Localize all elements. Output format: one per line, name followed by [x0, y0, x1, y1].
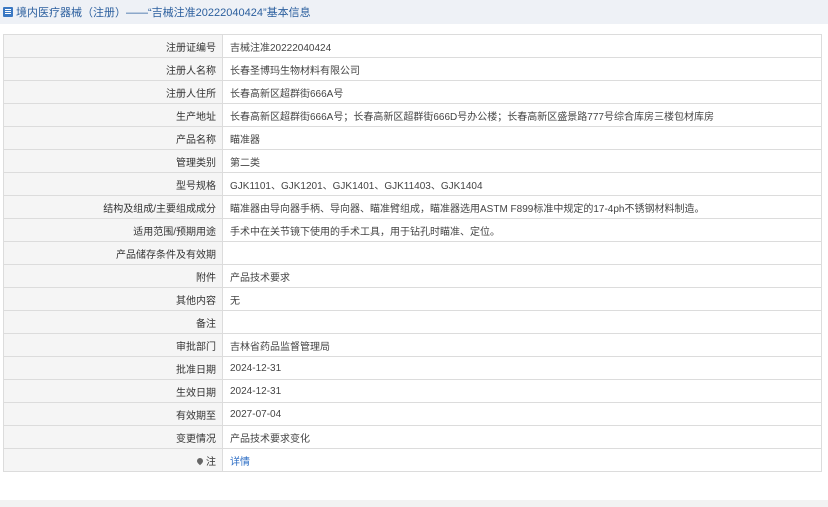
row-label: 审批部门 [3, 333, 223, 357]
info-table-container: 注册证编号 吉械注准20222040424 注册人名称 长春圣博玛生物材料有限公… [3, 34, 822, 472]
row-label: 有效期至 [3, 402, 223, 426]
row-label: 型号规格 [3, 172, 223, 196]
note-label: 注 [206, 456, 216, 468]
row-value: GJK1101、GJK1201、GJK1401、GJK11403、GJK1404 [222, 172, 822, 196]
row-label: 注册证编号 [3, 34, 223, 58]
table-row: 审批部门 吉林省药品监督管理局 [3, 333, 822, 357]
page-title: 境内医疗器械（注册）——“吉械注准20222040424”基本信息 [16, 7, 311, 19]
row-value: 无 [222, 287, 822, 311]
table-row: 型号规格 GJK1101、GJK1201、GJK1401、GJK11403、GJ… [3, 172, 822, 196]
pin-icon [195, 456, 205, 466]
table-row: 变更情况 产品技术要求变化 [3, 425, 822, 449]
row-value: 吉械注准20222040424 [222, 34, 822, 58]
row-label: 生产地址 [3, 103, 223, 127]
table-row: 注册人住所 长春高新区超群街666A号 [3, 80, 822, 104]
row-value: 2027-07-04 [222, 402, 822, 426]
table-row: 备注 [3, 310, 822, 334]
row-label: 批准日期 [3, 356, 223, 380]
row-label: 适用范围/预期用途 [3, 218, 223, 242]
table-row: 管理类别 第二类 [3, 149, 822, 173]
row-label: 产品储存条件及有效期 [3, 241, 223, 265]
table-row: 产品储存条件及有效期 [3, 241, 822, 265]
row-label: 其他内容 [3, 287, 223, 311]
row-label: 结构及组成/主要组成成分 [3, 195, 223, 219]
row-value: 长春高新区超群街666A号 [222, 80, 822, 104]
row-label: 备注 [3, 310, 223, 334]
table-row: 适用范围/预期用途 手术中在关节镜下使用的手术工具，用于钻孔时瞄准、定位。 [3, 218, 822, 242]
table-row: 生产地址 长春高新区超群街666A号；长春高新区超群街666D号办公楼；长春高新… [3, 103, 822, 127]
details-link[interactable]: 详情 [230, 457, 250, 468]
row-value: 长春圣博玛生物材料有限公司 [222, 57, 822, 81]
table-row: 生效日期 2024-12-31 [3, 379, 822, 403]
page-header: 境内医疗器械（注册）——“吉械注准20222040424”基本信息 [0, 0, 828, 24]
row-value [222, 241, 822, 265]
row-value: 产品技术要求 [222, 264, 822, 288]
note-value-cell: 详情 [222, 448, 822, 472]
row-value: 2024-12-31 [222, 356, 822, 380]
row-label: 注册人名称 [3, 57, 223, 81]
row-value: 瞄准器 [222, 126, 822, 150]
row-label: 变更情况 [3, 425, 223, 449]
row-value: 2024-12-31 [222, 379, 822, 403]
table-row: 结构及组成/主要组成成分 瞄准器由导向器手柄、导向器、瞄准臂组成，瞄准器选用AS… [3, 195, 822, 219]
info-table: 注册证编号 吉械注准20222040424 注册人名称 长春圣博玛生物材料有限公… [3, 34, 822, 472]
table-row: 批准日期 2024-12-31 [3, 356, 822, 380]
note-row: 注 详情 [3, 448, 822, 472]
bottom-bar [0, 500, 828, 507]
list-icon [3, 7, 13, 17]
row-label: 生效日期 [3, 379, 223, 403]
row-label: 产品名称 [3, 126, 223, 150]
table-row: 其他内容 无 [3, 287, 822, 311]
row-value [222, 310, 822, 334]
note-label-cell: 注 [3, 448, 223, 472]
row-label: 管理类别 [3, 149, 223, 173]
table-row: 注册人名称 长春圣博玛生物材料有限公司 [3, 57, 822, 81]
row-value: 产品技术要求变化 [222, 425, 822, 449]
row-value: 吉林省药品监督管理局 [222, 333, 822, 357]
row-value: 瞄准器由导向器手柄、导向器、瞄准臂组成，瞄准器选用ASTM F899标准中规定的… [222, 195, 822, 219]
row-label: 附件 [3, 264, 223, 288]
table-row: 注册证编号 吉械注准20222040424 [3, 34, 822, 58]
row-value: 手术中在关节镜下使用的手术工具，用于钻孔时瞄准、定位。 [222, 218, 822, 242]
row-value: 第二类 [222, 149, 822, 173]
row-label: 注册人住所 [3, 80, 223, 104]
table-row: 有效期至 2027-07-04 [3, 402, 822, 426]
row-value: 长春高新区超群街666A号；长春高新区超群街666D号办公楼；长春高新区盛景路7… [222, 103, 822, 127]
table-row: 产品名称 瞄准器 [3, 126, 822, 150]
table-row: 附件 产品技术要求 [3, 264, 822, 288]
